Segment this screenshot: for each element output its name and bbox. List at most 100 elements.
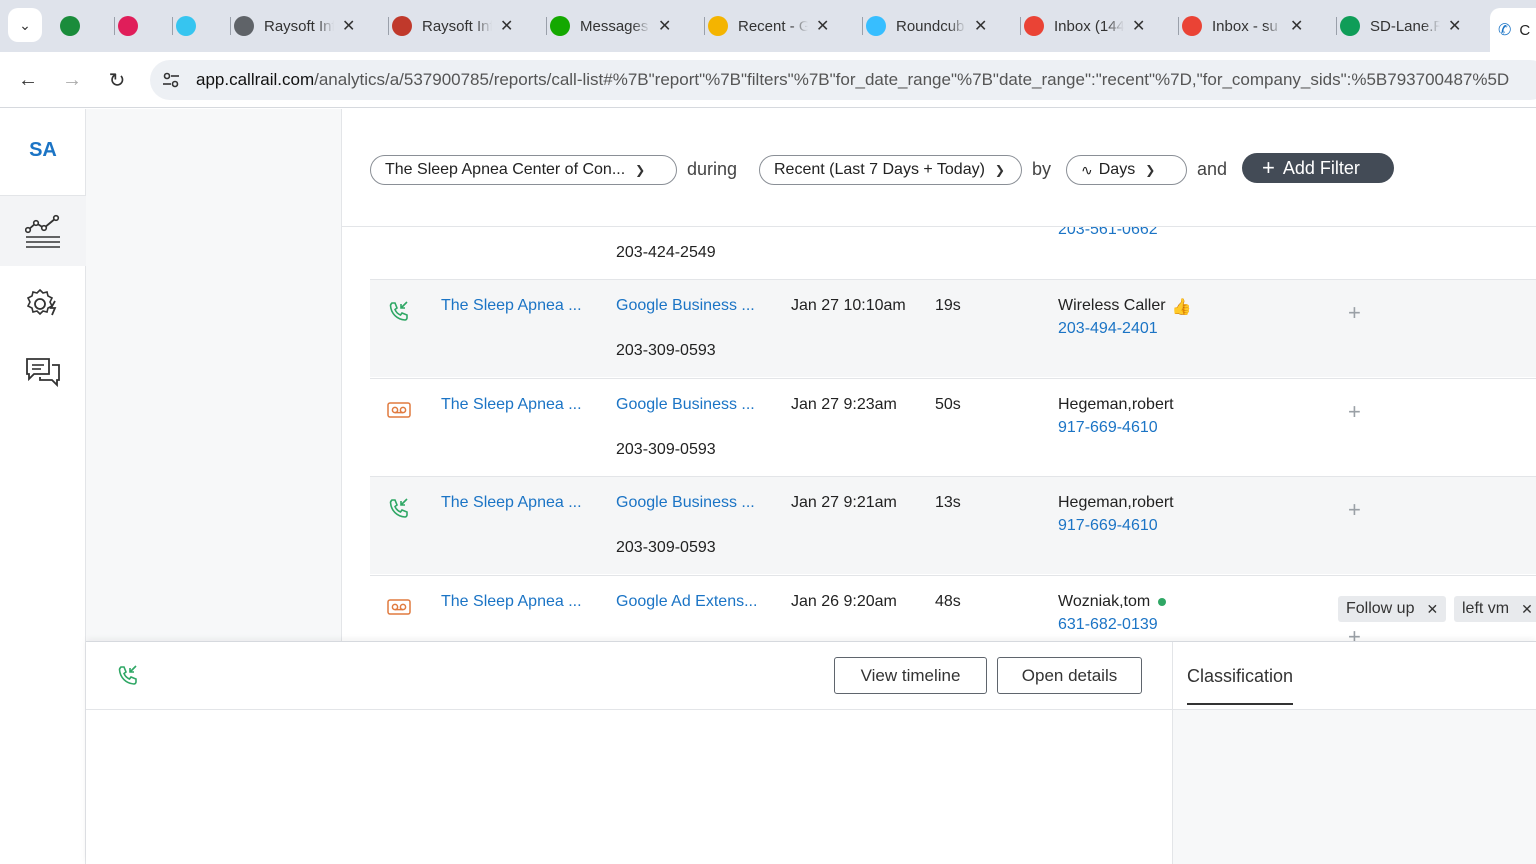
source-link[interactable]: Google Ad Extens... [616,593,757,611]
call-list[interactable]: 203-424-2549 203-561-0662 The Sleep Apne… [342,227,1536,641]
tracking-number: 203-309-0593 [616,342,716,359]
filter-joiner-by: by [1032,159,1052,179]
browser-tab[interactable]: Recent - G ✕ [708,8,829,44]
table-row[interactable]: The Sleep Apnea ... Google Business ... 20… [370,378,1536,476]
tune-icon [163,72,179,88]
thumbs-up-icon: 👍 [1171,299,1192,316]
call-duration: 13s [935,494,961,511]
interval-dropdown[interactable]: ∿ Days ❯ [1066,155,1187,185]
browser-tab[interactable]: SD-Lane.R ✕ [1340,8,1461,44]
caller-number-link[interactable]: 203-494-2401 [1058,320,1158,338]
tab-title: Inbox (144 [1054,17,1124,35]
classification-panel: Classification [1172,642,1536,864]
browser-tab[interactable]: Roundcub ✕ [866,8,987,44]
report-filter-bar: The Sleep Apnea Center of Con... ❯ durin… [342,109,1536,227]
address-bar[interactable]: app.callrail.com/analytics/a/537900785/r… [150,60,1536,100]
gmail-icon [1182,16,1202,36]
caller-number-link[interactable]: 203-561-0662 [1058,227,1158,239]
call-duration: 19s [935,297,961,314]
browser-tab[interactable]: Messages ✕ [550,8,671,44]
date-range-value: Recent (Last 7 Days + Today) [774,161,985,178]
tab-title: Raysoft Inf [422,17,492,35]
close-icon[interactable]: ✕ [1521,601,1533,618]
add-filter-button[interactable]: + Add Filter [1242,153,1394,183]
account-logo[interactable]: SA [0,139,86,162]
caller-number-link[interactable]: 631-682-0139 [1058,616,1158,634]
call-duration: 50s [935,396,961,413]
table-row[interactable]: The Sleep Apnea ... Google Ad Extens... Ja… [370,575,1536,641]
company-filter-value: The Sleep Apnea Center of Con... [385,161,626,178]
source-link[interactable]: Google Business ... [616,396,755,414]
company-link[interactable]: The Sleep Apnea ... [441,297,582,315]
tracking-number: 203-424-2549 [616,244,716,261]
browser-tab[interactable] [60,8,90,44]
open-details-button[interactable]: Open details [997,657,1142,694]
tab-search-button[interactable]: ⌄ [8,8,42,42]
company-link[interactable]: The Sleep Apnea ... [441,593,582,611]
tracking-number: 203-309-0593 [616,539,716,556]
browser-tab[interactable]: Raysoft Inf ✕ [392,8,513,44]
source-link[interactable]: Google Business ... [616,297,755,315]
url-host: app.callrail.com [196,70,315,89]
close-icon[interactable]: ✕ [658,16,671,36]
date-range-dropdown[interactable]: Recent (Last 7 Days + Today) ❯ [759,155,1022,185]
browser-tab[interactable]: Raysoft Inf ✕ [234,8,355,44]
upwork-icon [550,16,570,36]
close-icon[interactable]: ✕ [1290,16,1303,36]
google-drive-icon [708,16,728,36]
company-link[interactable]: The Sleep Apnea ... [441,494,582,512]
voicemail-icon [387,598,411,621]
browser-tab[interactable] [176,8,206,44]
site-info-button[interactable] [160,70,182,90]
close-icon[interactable]: ✕ [1132,16,1145,36]
company-filter-dropdown[interactable]: The Sleep Apnea Center of Con... ❯ [370,155,677,185]
chevron-down-icon: ❯ [635,163,646,177]
table-row[interactable]: The Sleep Apnea ... Google Business ... 20… [370,279,1536,377]
browser-tab[interactable]: Inbox (144 ✕ [1024,8,1145,44]
nav-item-conversations[interactable] [0,337,86,407]
globe-icon [234,16,254,36]
tab-classification[interactable]: Classification [1187,666,1294,705]
reload-button[interactable]: ↻ [103,66,131,94]
inbound-call-icon [387,497,409,524]
browser-tab[interactable]: Inbox - su ✕ [1182,8,1303,44]
phone-icon: ✆ [1498,22,1512,39]
view-timeline-button[interactable]: View timeline [834,657,987,694]
browser-toolbar: ← → ↻ app.callrail.com/analytics/a/53790… [0,52,1536,108]
caller-number-link[interactable]: 917-669-4610 [1058,419,1158,437]
tab-title: C [1519,21,1531,39]
slack-icon [176,16,196,36]
close-icon[interactable]: ✕ [1426,601,1438,618]
close-icon[interactable]: ✕ [1448,16,1461,36]
call-time: Jan 27 10:10am [791,297,906,314]
close-icon[interactable]: ✕ [816,16,829,36]
tab-separator [1336,17,1337,35]
close-icon[interactable]: ✕ [342,16,355,36]
back-button[interactable]: ← [14,66,42,94]
close-icon[interactable]: ✕ [500,16,513,36]
source-link[interactable]: Google Business ... [616,494,755,512]
inbound-call-icon [116,664,138,691]
add-tag-button[interactable]: + [1348,302,1361,324]
nav-item-settings[interactable] [0,269,86,339]
add-tag-button[interactable]: + [1348,626,1361,642]
tab-separator [1020,17,1021,35]
caller-number-link[interactable]: 917-669-4610 [1058,517,1158,535]
tracking-number: 203-309-0593 [616,441,716,458]
app-sidebar: SA [0,109,86,864]
call-duration: 48s [935,593,961,610]
add-tag-button[interactable]: + [1348,499,1361,521]
secondary-panel [86,109,342,641]
add-tag-button[interactable]: + [1348,401,1361,423]
browser-tab-active[interactable]: ✆ C [1490,8,1536,52]
browser-tab[interactable] [118,8,148,44]
reload-icon: ↻ [108,69,126,92]
forward-button[interactable]: → [58,66,86,94]
company-link[interactable]: The Sleep Apnea ... [441,396,582,414]
table-row[interactable]: The Sleep Apnea ... Google Business ... 20… [370,476,1536,574]
roundcube-icon [866,16,886,36]
tag-label: left vm [1462,600,1510,617]
nav-item-analytics[interactable] [0,196,86,266]
close-icon[interactable]: ✕ [974,16,987,36]
status-dot [1158,597,1167,606]
